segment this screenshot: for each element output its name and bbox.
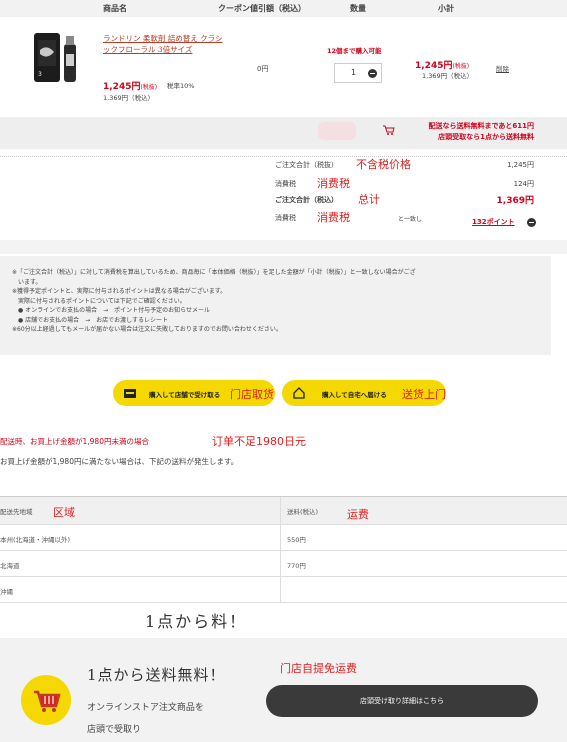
shipping-condition: 配送時、お買上げ金額が1,980円未満の場合 — [0, 437, 149, 446]
annotation-under-1980: 订单不足1980日元 — [212, 435, 306, 448]
promo-circle — [21, 675, 71, 725]
column-divider — [280, 525, 281, 550]
note-line: 実際に付与されるポイントについては下記でご確認ください。 — [12, 297, 186, 305]
header-coupon: クーポン値引額（税込） — [218, 4, 306, 13]
region-cell: 本州(北海道・沖縄以外) — [0, 536, 71, 544]
note-line: ※「ご注文合計（税込）」に対して消費税を算出しているため、商品毎に「本体価格（税… — [12, 269, 416, 276]
table-row: 北海道 770円 — [0, 551, 567, 577]
total-incl-label: ご注文合計（税込） — [275, 196, 338, 204]
tax-label: 消費税 — [275, 180, 296, 188]
region-cell: 沖縄 — [0, 588, 13, 596]
overlay-title: 1点から料！ — [145, 612, 248, 631]
promo-title: 1点から送料無料！ — [87, 666, 226, 684]
free-shipping-message: 配送なら送料無料まであと611円 店頭受取なら1点から送料無料 — [398, 121, 534, 143]
line-subtotal-taxin: 1,369円（税込） — [422, 72, 474, 80]
column-divider — [280, 577, 281, 602]
product-image[interactable]: 3 — [30, 30, 84, 84]
fee-cell: 770円 — [287, 562, 306, 570]
note-line: ● オンラインでお支払の場合 → ポイント付与予定のお知らせメール — [12, 307, 211, 314]
annotation-excl-tax: 不含税价格 — [356, 158, 411, 171]
blurred-area — [318, 122, 356, 140]
header-subtotal: 小計 — [438, 4, 454, 13]
product-price: 1,245円(税抜) — [103, 79, 157, 92]
pickup-details-label: 店頭受け取り詳細はこちら — [360, 697, 444, 705]
product-price-value: 1,245円 — [103, 82, 141, 92]
divider — [0, 156, 567, 157]
points-link[interactable]: 132ポイント — [472, 217, 515, 227]
buy-delivery-button[interactable]: 購入して自宅へ届ける 送货上门 — [282, 380, 446, 406]
region-cell: 北海道 — [0, 562, 20, 570]
annotation-tax-2: 消费税 — [317, 211, 350, 224]
qty-limit-note: 12個まで購入可能 — [327, 47, 382, 55]
note-line: ● 店舗でお支払の場合 → お店でお渡しするレシート — [12, 316, 169, 324]
annotation-tax: 消费税 — [317, 177, 350, 190]
svg-text:3: 3 — [38, 71, 42, 78]
annotation-total: 总计 — [358, 193, 380, 206]
shipping-fee-table: 配送先地域 区域 送料(税込) 运费 本州(北海道・沖縄以外) 550円 北海道… — [0, 496, 567, 603]
chevron-down-icon[interactable] — [368, 69, 377, 78]
subtotal-excl-label: ご注文合計（税抜） — [275, 161, 338, 169]
annotation-store-pickup: 门店取货 — [230, 388, 274, 401]
coupon-discount: 0円 — [257, 65, 269, 73]
column-divider — [280, 551, 281, 576]
region-header: 配送先地域 — [0, 508, 33, 516]
annotation-home-delivery: 送货上门 — [402, 388, 446, 401]
section-divider — [0, 240, 567, 254]
buy-pickup-label: 購入して店舗で受け取る — [149, 391, 221, 399]
product-price-suffix: (税抜) — [140, 84, 158, 91]
pickup-details-button[interactable]: 店頭受け取り詳細はこちら — [266, 685, 538, 717]
table-header-row: 配送先地域 区域 送料(税込) 运费 — [0, 497, 567, 525]
quantity-select[interactable]: 1 — [334, 63, 382, 83]
note-line: ※獲得予定ポイントと、実際に付与されるポイントは異なる場合がございます。 — [12, 288, 227, 295]
promo-subtitle-1: オンラインストア注文商品を — [87, 703, 204, 713]
header-qty: 数量 — [350, 4, 366, 13]
note-line: います。 — [12, 278, 42, 286]
delete-link[interactable]: 削除 — [496, 63, 509, 73]
store-icon — [124, 389, 136, 398]
table-row: 沖縄 — [0, 577, 567, 603]
buy-pickup-button[interactable]: 購入して店舗で受け取る 门店取货 — [113, 380, 275, 406]
annotation-fee: 运费 — [347, 508, 369, 521]
product-price-taxin: 1,369円（税込） — [103, 94, 155, 102]
home-icon — [293, 387, 305, 399]
shipping-description: お買上げ金額が1,980円に満たない場合は、下記の送料が発生します。 — [0, 457, 239, 466]
fee-header: 送料(税込) — [287, 508, 319, 516]
annotation-region: 区域 — [53, 506, 75, 519]
tax-value: 124円 — [513, 180, 534, 188]
fee-cell: 550円 — [287, 536, 306, 544]
shopping-cart-icon — [34, 690, 61, 712]
promo-subtitle-2: 店頭で受取り — [87, 725, 142, 735]
table-row: 本州(北海道・沖縄以外) 550円 — [0, 525, 567, 551]
subtotal-excl-value: 1,245円 — [506, 161, 534, 169]
tax-label-2: 消費税 — [275, 214, 296, 222]
tax-rate: 税率10% — [167, 82, 195, 90]
total-incl-value: 1,369円 — [496, 196, 534, 206]
header-product: 商品名 — [103, 4, 127, 13]
cart-table-header: 商品名 クーポン値引額（税込） 数量 小計 — [0, 0, 567, 17]
free-shipping-line2: 店頭受取なら1点から送料無料 — [438, 133, 534, 141]
free-shipping-line1: 配送なら送料無料まであと611円 — [428, 122, 534, 130]
product-name-link[interactable]: ランドリン 柔軟剤 詰め替え クラシックフローラル 3倍サイズ — [103, 33, 223, 55]
cart-icon — [383, 125, 395, 135]
quantity-value: 1 — [351, 68, 357, 77]
note-line: ※60分以上経過してもメールが届かない場合は注文に失敗しておりますのでお問い合わ… — [12, 326, 282, 333]
info-icon[interactable] — [527, 218, 536, 227]
column-divider — [280, 497, 281, 524]
notes-box: ※「ご注文合計（税込）」に対して消費税を算出しているため、商品毎に「本体価格（税… — [0, 256, 551, 355]
line-subtotal-suffix: (税抜) — [452, 63, 470, 70]
partial-note: と一致し — [398, 216, 423, 223]
annotation-free-pickup: 门店自提免运费 — [280, 662, 357, 675]
buy-delivery-label: 購入して自宅へ届ける — [322, 391, 387, 399]
